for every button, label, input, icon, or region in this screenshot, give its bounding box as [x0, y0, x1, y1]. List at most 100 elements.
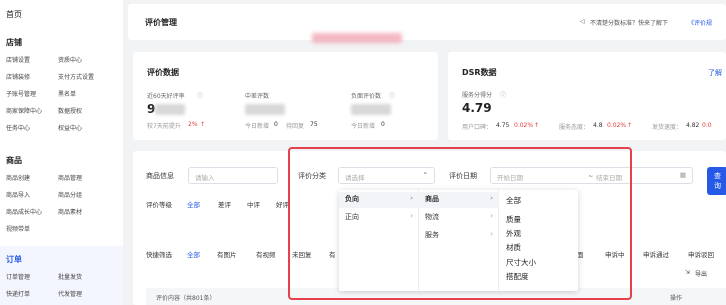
- calendar-icon: ▦: [679, 171, 686, 179]
- sidebar-item[interactable]: 代发管理: [58, 289, 82, 298]
- sidebar-group-store[interactable]: 店铺: [6, 37, 22, 48]
- sidebar-item[interactable]: 批量发货: [58, 272, 82, 281]
- redacted-value: [351, 104, 391, 115]
- stat-note: 今日新增: [351, 123, 376, 130]
- sidebar-group-product[interactable]: 商品: [6, 155, 22, 166]
- redacted-value: [245, 104, 285, 115]
- chevron-right-icon: ›: [490, 230, 493, 238]
- sidebar-group-order[interactable]: 订单: [6, 254, 22, 265]
- stats-card: 评价数据 近60天好评率 ⓘ 9 较7天前提升 2% ↑ 中差评数 今日新增 0…: [133, 52, 438, 140]
- quick-filter-label: 快捷筛选: [146, 251, 172, 259]
- redacted-value: [155, 104, 185, 115]
- dsr-sub-value: 4.75: [496, 122, 510, 129]
- quick-tab[interactable]: 全部: [187, 249, 200, 259]
- quick-tab[interactable]: 申诉通过: [643, 249, 669, 259]
- sidebar-item[interactable]: 子账号管理: [6, 89, 36, 98]
- dsr-sub-value: 4.8: [593, 122, 603, 129]
- dsr-title: DSR数据: [462, 68, 497, 77]
- quick-tab[interactable]: 申诉驳回: [688, 249, 714, 259]
- chevron-right-icon: ›: [410, 212, 413, 220]
- export-icon: ⇲: [685, 269, 691, 276]
- stat-delta: 2%: [188, 121, 198, 128]
- redacted-block: [312, 33, 402, 43]
- rating-tab[interactable]: 中评: [247, 199, 260, 209]
- sidebar-item[interactable]: 快递打单: [6, 289, 30, 298]
- cascader-col-1: 负向 › 正向 ›: [339, 190, 419, 291]
- chevron-right-icon: ›: [410, 194, 413, 202]
- dsr-sub-label: 服务态度：: [559, 124, 590, 131]
- sidebar-item[interactable]: 资质中心: [58, 55, 82, 64]
- sidebar-item[interactable]: 店铺设置: [6, 55, 30, 64]
- arrow-up-icon: ↑: [200, 121, 206, 128]
- sidebar-item[interactable]: 权益中心: [58, 123, 82, 132]
- sidebar-item[interactable]: 商品分组: [58, 190, 82, 199]
- table-header-content: 评价内容（共801条）: [156, 295, 216, 302]
- stats-title: 评价数据: [147, 68, 179, 77]
- sidebar: 首页 店铺 店铺设置 资质中心 店铺装修 支付方式设置 子账号管理 黑名单 商家…: [0, 0, 123, 305]
- dsr-sub-pct: 0.02%: [607, 122, 627, 129]
- dsr-sub-label: 发货速度：: [652, 124, 683, 131]
- dsr-value: 4.79: [462, 101, 492, 115]
- cascader-col-3: 全部 质量 外观 材质 尺寸大小 搭配度: [499, 190, 578, 291]
- sidebar-item[interactable]: 支付方式设置: [58, 72, 94, 81]
- cascader-leaf[interactable]: 搭配度: [506, 271, 529, 282]
- cascader-leaf[interactable]: 质量: [506, 214, 521, 225]
- cascader-leaf[interactable]: 外观: [506, 228, 521, 239]
- stat-label: 近60天好评率: [147, 93, 185, 100]
- dsr-learn-link[interactable]: 了解: [708, 68, 722, 78]
- stat-note2-value: 75: [310, 121, 318, 128]
- dsr-card: DSR数据 了解 服务分得分 ⓘ 4.79 用户口碑： 4.75 0.02% ↑…: [448, 52, 726, 140]
- stat-note-value: 0: [274, 121, 278, 128]
- stat-label: 中差评数: [245, 93, 270, 100]
- sidebar-item[interactable]: 商品导入: [6, 190, 30, 199]
- query-button[interactable]: 查询: [707, 167, 726, 195]
- stat-note: 今日新增: [245, 123, 270, 130]
- page-title: 评价管理: [145, 18, 177, 27]
- sidebar-item[interactable]: 数据授权: [58, 106, 82, 115]
- quick-tab[interactable]: 有图片: [217, 249, 237, 259]
- quick-tab[interactable]: 有视频: [256, 249, 276, 259]
- sidebar-item[interactable]: 商品素材: [58, 207, 82, 216]
- export-button[interactable]: 导出: [695, 269, 707, 278]
- cascader-leaf[interactable]: 尺寸大小: [506, 257, 536, 268]
- cascader-option[interactable]: 正向 ›: [339, 210, 419, 226]
- sidebar-item[interactable]: 商品创建: [6, 173, 30, 182]
- cascader-option[interactable]: 物流 ›: [419, 210, 499, 226]
- cascader-leaf[interactable]: 全部: [506, 195, 521, 206]
- dsr-sub-label: 用户口碑：: [462, 124, 493, 131]
- dsr-sub-value: 4.82: [686, 122, 700, 129]
- sidebar-item[interactable]: 订单管理: [6, 272, 30, 281]
- sidebar-item[interactable]: 任务中心: [6, 123, 30, 132]
- rating-tab[interactable]: 差评: [218, 199, 231, 209]
- dsr-sub-pct: 0.02%: [514, 122, 534, 129]
- speaker-icon: ◁: [580, 18, 585, 25]
- dsr-label: 服务分得分: [462, 92, 493, 99]
- category-cascader: 负向 › 正向 › 商品 › 物流 › 服务 › 全部 质量 外观 材质 尺寸大小 搭配度: [339, 190, 578, 291]
- rating-tab[interactable]: 全部: [187, 199, 200, 209]
- cascader-option[interactable]: 商品 ›: [419, 192, 499, 208]
- sidebar-home[interactable]: 首页: [6, 9, 22, 20]
- cascader-option[interactable]: 服务 ›: [419, 228, 499, 244]
- cascader-option[interactable]: 负向 ›: [339, 192, 419, 208]
- sidebar-item[interactable]: 视频带单: [6, 224, 30, 233]
- stat-note2: 待回复: [286, 123, 305, 130]
- stat-note: 较7天前提升: [147, 123, 181, 130]
- sidebar-item[interactable]: 商品管理: [58, 173, 82, 182]
- info-icon: ⓘ: [500, 92, 507, 99]
- info-icon: ⓘ: [197, 93, 204, 100]
- rules-link[interactable]: 《评价规: [688, 18, 712, 27]
- stat-note-value: 0: [381, 121, 385, 128]
- cascader-col-2: 商品 › 物流 › 服务 ›: [419, 190, 499, 291]
- product-info-input[interactable]: 请输入: [188, 167, 278, 184]
- cascader-leaf[interactable]: 材质: [506, 242, 521, 253]
- sidebar-item[interactable]: 黑名单: [58, 89, 76, 98]
- arrow-up-icon: ↑: [627, 122, 633, 129]
- sidebar-item[interactable]: 商品成长中心: [6, 207, 42, 216]
- dsr-sub-pct: 0.0: [702, 122, 712, 129]
- sidebar-item[interactable]: 店铺装修: [6, 72, 30, 81]
- arrow-up-icon: ↑: [534, 122, 540, 129]
- chevron-right-icon: ›: [490, 212, 493, 220]
- stat-label: 负面评价数: [351, 93, 382, 100]
- info-icon: ⓘ: [389, 93, 396, 100]
- sidebar-item[interactable]: 商家保障中心: [6, 106, 42, 115]
